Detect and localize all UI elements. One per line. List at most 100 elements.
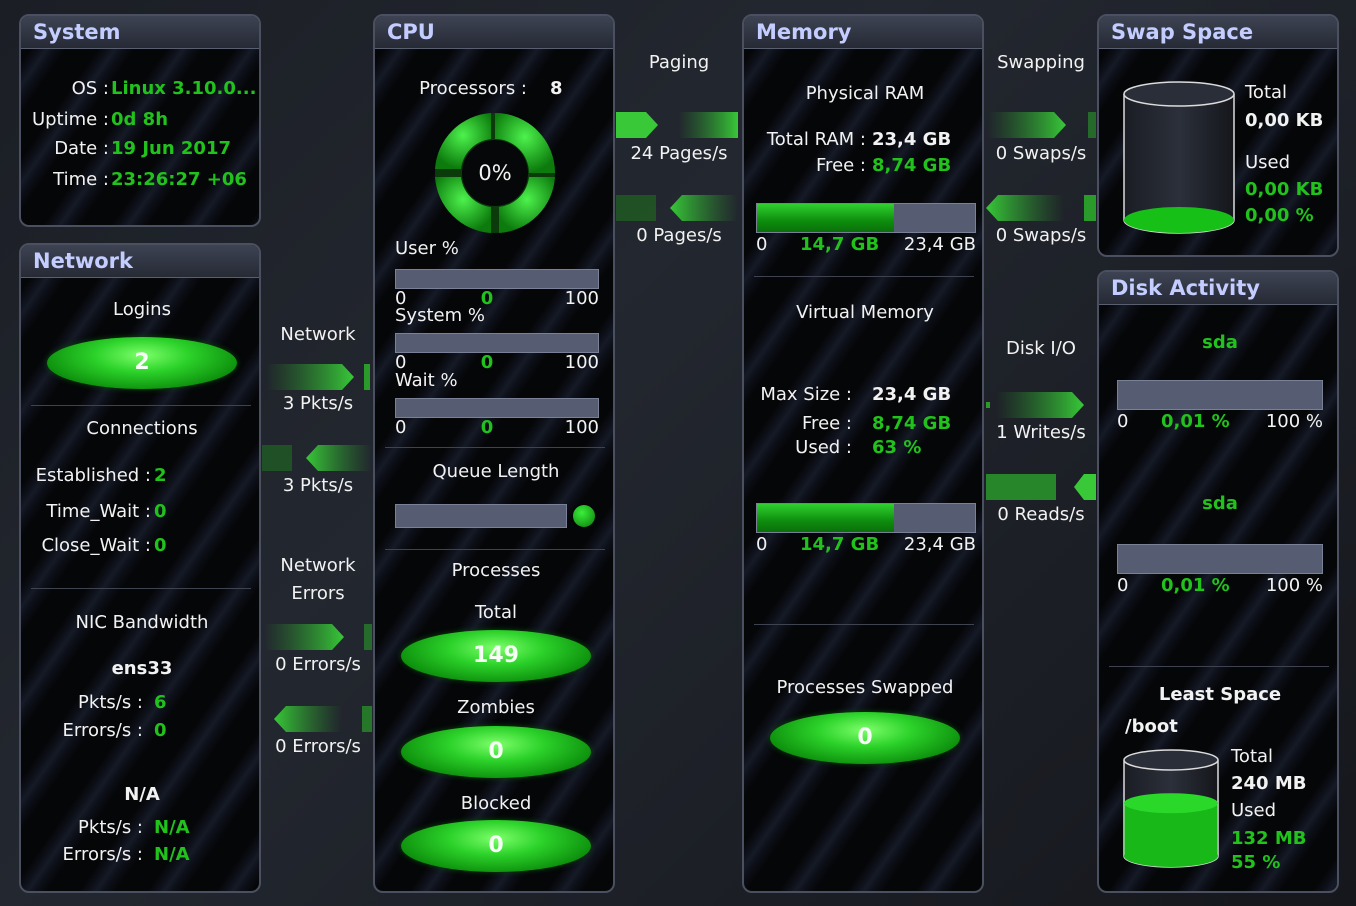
nic2-pkts-value: N/A <box>154 817 190 838</box>
disk1-value: 0,01 % <box>1161 411 1230 432</box>
close-wait-label: Close_Wait : <box>41 535 151 556</box>
system-usage-bar <box>395 333 599 353</box>
nic1-pkts-label: Pkts/s : <box>78 692 143 713</box>
network-flow-label: Network <box>280 324 356 345</box>
disk-write-arrow-icon <box>986 392 1084 418</box>
divider <box>385 549 605 550</box>
total-processes-pill: 149 <box>401 630 591 682</box>
disk1-max: 100 % <box>1265 411 1323 432</box>
swap-in-rate: 0 Swaps/s <box>995 143 1087 164</box>
ram-bar-value: 14,7 GB <box>800 234 880 255</box>
user-max: 100 <box>564 288 599 309</box>
nic2-errors-label: Errors/s : <box>62 844 143 865</box>
least-space-mount: /boot <box>1125 716 1178 737</box>
divider <box>31 588 251 589</box>
swap-space-panel: Swap Space Total 0,00 KB Used 0,00 KB 0,… <box>1097 14 1339 257</box>
least-space-label: Least Space <box>1158 684 1282 705</box>
disk1-usage-bar <box>1117 380 1323 410</box>
close-wait-value: 0 <box>154 535 167 556</box>
os-label: OS : <box>71 78 109 99</box>
network-errors-label-2: Errors <box>291 583 345 604</box>
logins-label: Logins <box>113 299 171 320</box>
paging-out-rate: 0 Pages/s <box>636 225 722 246</box>
nic2-name: N/A <box>124 784 160 805</box>
swap-total-value: 0,00 KB <box>1245 110 1324 131</box>
cpu-panel: CPU Processors : 8 0% User % 0 0 100 Sys… <box>373 14 615 893</box>
network-out-arrow-icon <box>262 445 372 471</box>
disk-io-label: Disk I/O <box>1006 338 1076 359</box>
disk2-max: 100 % <box>1265 575 1323 596</box>
swap-used-value: 0,00 KB <box>1245 179 1324 200</box>
swap-out-rate: 0 Swaps/s <box>995 225 1087 246</box>
logins-pill: 2 <box>47 337 237 389</box>
processes-label: Processes <box>451 560 541 581</box>
paging-in-arrow-icon <box>616 112 738 138</box>
system-panel: System OS : Linux 3.10.0... Uptime : 0d … <box>19 14 261 227</box>
max-size-label: Max Size : <box>760 384 852 405</box>
zombies-pill: 0 <box>401 726 591 778</box>
paging-out-arrow-icon <box>616 195 738 221</box>
memory-panel: Memory Physical RAM Total RAM : 23,4 GB … <box>742 14 984 893</box>
uptime-value: 0d 8h <box>111 109 169 130</box>
network-errors-label-1: Network <box>280 555 356 576</box>
memory-title: Memory <box>744 16 982 49</box>
vm-free-label: Free : <box>802 413 852 434</box>
nic1-errors-label: Errors/s : <box>62 720 143 741</box>
errors-in-arrow-icon <box>264 624 372 650</box>
wait-max: 100 <box>564 417 599 438</box>
disk2-usage-bar <box>1117 544 1323 574</box>
wait-bar <box>395 398 599 418</box>
swap-cylinder-icon <box>1123 81 1235 234</box>
blocked-pill: 0 <box>401 820 591 872</box>
system-usage-value: 0 <box>480 352 494 373</box>
processes-swapped-label: Processes Swapped <box>776 677 954 698</box>
wait-value: 0 <box>480 417 494 438</box>
disk-read-arrow-icon <box>986 474 1096 500</box>
divider <box>31 405 251 406</box>
connections-label: Connections <box>86 418 198 439</box>
network-panel: Network Logins 2 Connections Established… <box>19 243 261 893</box>
least-space-total-value: 240 MB <box>1231 773 1307 794</box>
swapping-label: Swapping <box>997 52 1085 73</box>
max-size-value: 23,4 GB <box>872 384 952 405</box>
queue-length-bar <box>395 504 567 528</box>
swap-used-percent: 0,00 % <box>1245 205 1314 226</box>
time-label: Time : <box>53 169 109 190</box>
swap-total-label: Total <box>1245 82 1288 103</box>
least-space-used-percent: 55 % <box>1231 852 1281 873</box>
date-value: 19 Jun 2017 <box>111 138 232 159</box>
system-usage-label: System % <box>395 305 485 326</box>
vm-free-value: 8,74 GB <box>872 413 952 434</box>
least-space-cylinder-icon <box>1123 749 1219 868</box>
disk1-name: sda <box>1202 332 1238 353</box>
established-label: Established : <box>35 465 151 486</box>
divider <box>385 447 605 448</box>
divider <box>754 276 974 277</box>
physical-ram-label: Physical RAM <box>805 83 925 104</box>
user-label: User % <box>395 238 459 259</box>
blocked-label: Blocked <box>460 793 532 814</box>
wait-min: 0 <box>395 417 407 438</box>
disk2-min: 0 <box>1117 575 1129 596</box>
disk-reads-rate: 0 Reads/s <box>997 504 1085 525</box>
swap-used-label: Used <box>1245 152 1291 173</box>
established-value: 2 <box>154 465 167 486</box>
ram-bar-max: 23,4 GB <box>903 234 976 255</box>
os-value: Linux 3.10.0... <box>111 78 257 99</box>
vm-bar-max: 23,4 GB <box>903 534 976 555</box>
swap-space-title: Swap Space <box>1099 16 1337 49</box>
least-space-used-label: Used <box>1231 800 1277 821</box>
network-in-rate: 3 Pkts/s <box>282 393 354 414</box>
free-ram-value: 8,74 GB <box>872 155 952 176</box>
least-space-used-value: 132 MB <box>1231 828 1307 849</box>
disk1-min: 0 <box>1117 411 1129 432</box>
processes-swapped-pill: 0 <box>770 712 960 764</box>
network-out-rate: 3 Pkts/s <box>282 475 354 496</box>
total-processes-label: Total <box>474 602 518 623</box>
disk-writes-rate: 1 Writes/s <box>996 422 1086 443</box>
network-title: Network <box>21 245 259 278</box>
network-in-arrow-icon <box>266 364 370 390</box>
ram-bar-min: 0 <box>756 234 768 255</box>
system-title: System <box>21 16 259 49</box>
nic1-name: ens33 <box>111 658 173 679</box>
